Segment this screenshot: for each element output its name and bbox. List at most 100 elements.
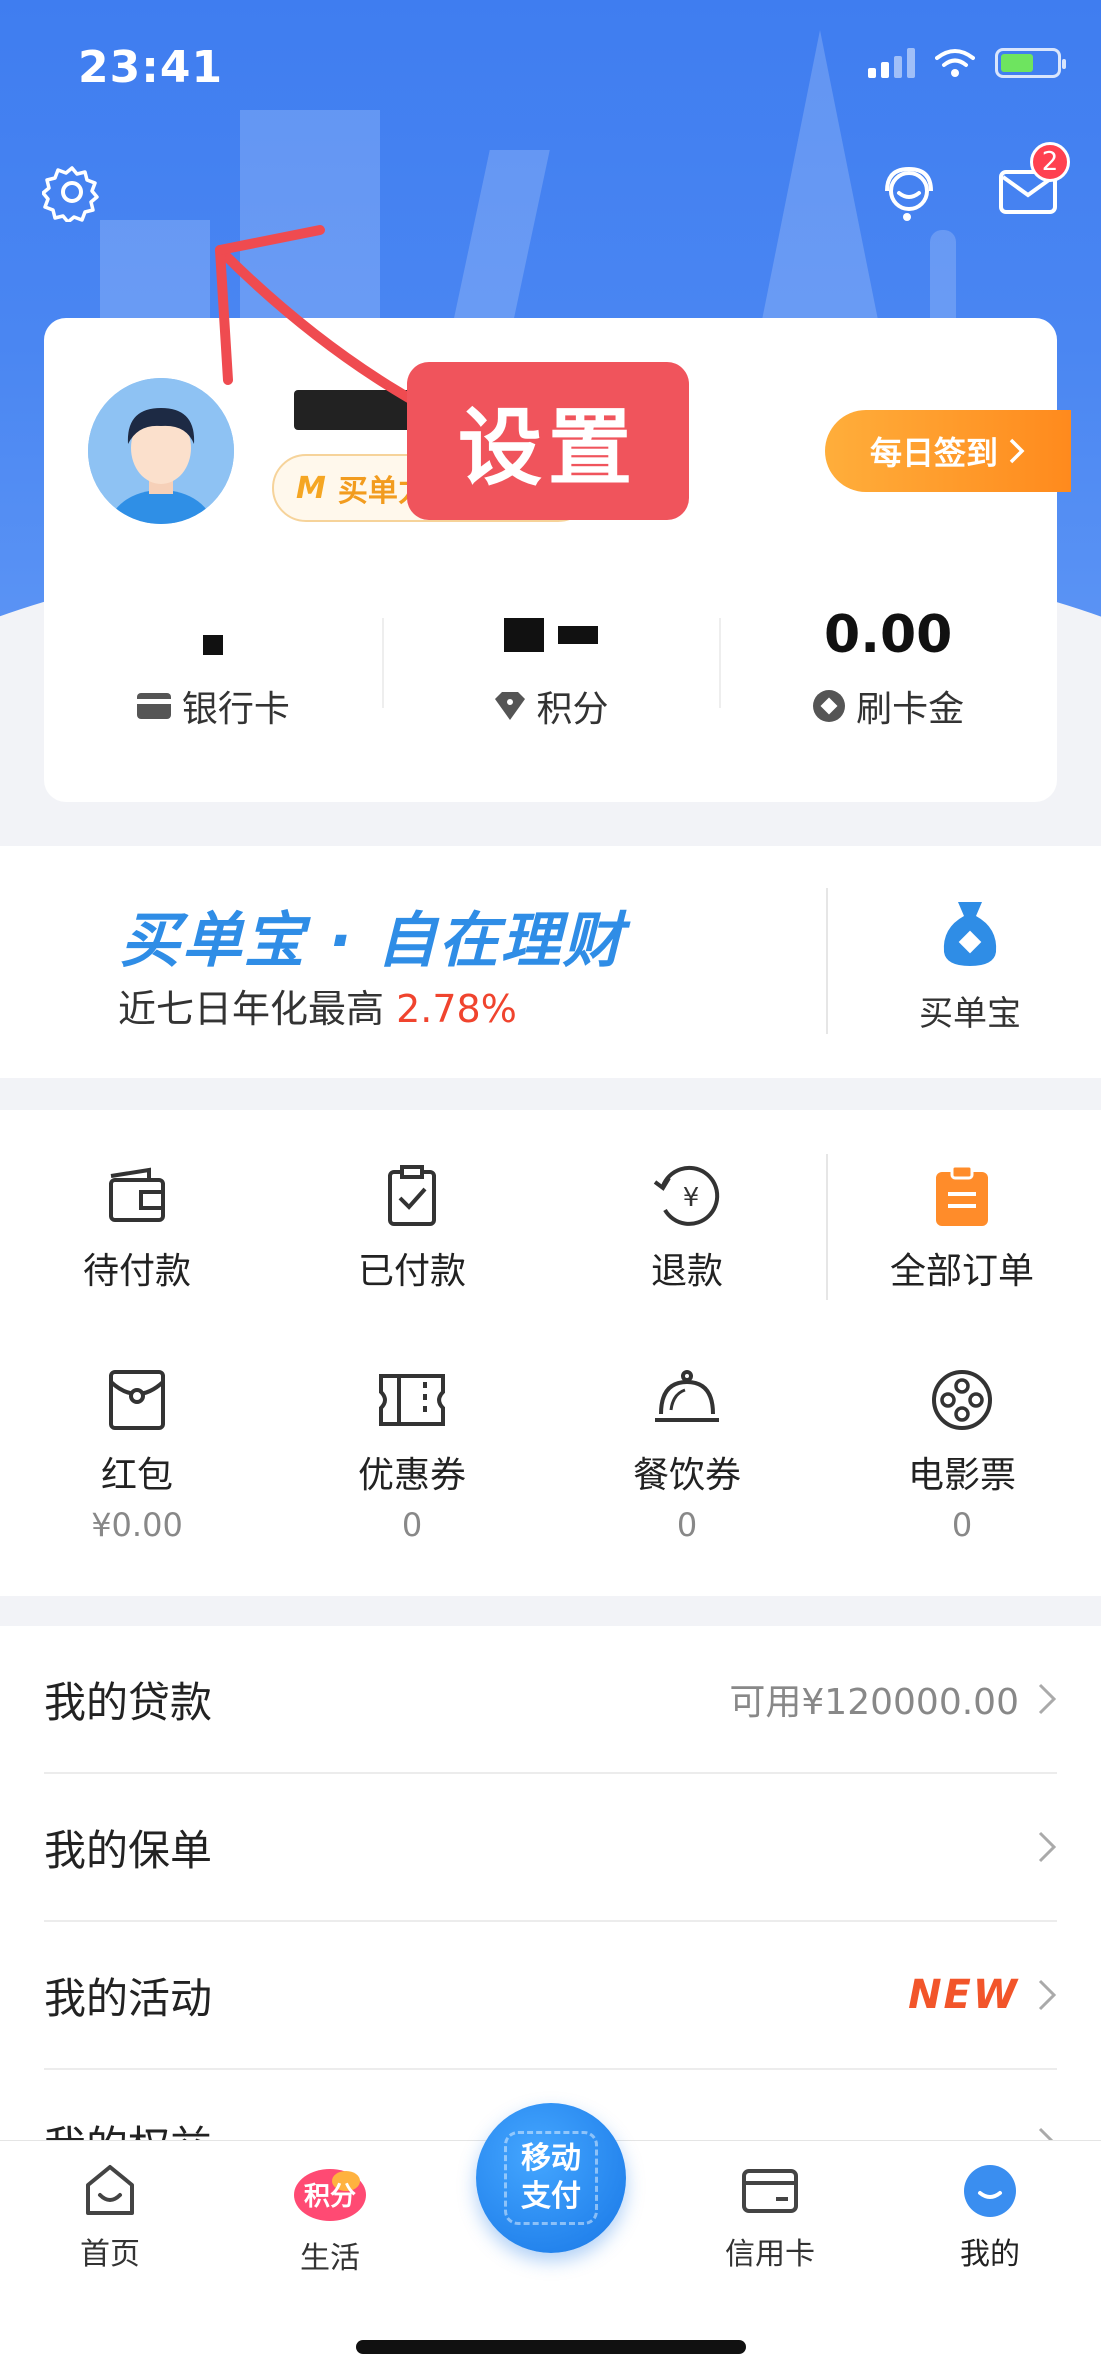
order-label: 待付款 [82, 1251, 191, 1292]
tab-home[interactable]: 首页 [30, 2163, 190, 2273]
asset-value: 0 [951, 1506, 973, 1544]
wealth-shortcut[interactable]: 买单宝 [870, 898, 1070, 1035]
asset-dining-voucher[interactable]: 餐饮券 0 [577, 1368, 797, 1544]
tab-credit-card[interactable]: 信用卡 [690, 2163, 850, 2273]
daily-checkin-button[interactable]: 每日签到 [825, 410, 1071, 492]
pay-label-line2: 支付 [521, 2179, 581, 2214]
profile-icon [964, 2165, 1016, 2217]
signal-icon [868, 48, 915, 78]
svg-text:¥: ¥ [683, 1183, 700, 1213]
menu-list: 我的贷款 可用¥120000.00 我的保单 我的活动 NEW 我的权益 [0, 1626, 1101, 2146]
asset-movie-ticket[interactable]: 电影票 0 [852, 1368, 1072, 1544]
asset-label: 红包 [100, 1455, 173, 1496]
chevron-right-icon [1038, 1683, 1057, 1715]
dining-icon [655, 1370, 719, 1422]
home-indicator [356, 2340, 746, 2354]
wealth-side-label: 买单宝 [919, 994, 1021, 1034]
divider [826, 888, 828, 1034]
order-label: 全部订单 [889, 1251, 1034, 1292]
refund-icon: ¥ [653, 1165, 720, 1226]
asset-value: ¥0.00 [91, 1506, 183, 1544]
wealth-rate: 2.78% [396, 987, 517, 1031]
customer-service-button[interactable] [876, 160, 942, 226]
film-icon [932, 1370, 992, 1430]
list-item-title: 我的贷款 [44, 1677, 213, 1727]
coupon-icon [379, 1374, 445, 1426]
red-envelope-icon [109, 1370, 165, 1430]
order-paid[interactable]: 已付款 [302, 1164, 522, 1294]
asset-label: 电影票 [907, 1455, 1016, 1496]
list-item-activities[interactable]: 我的活动 NEW [44, 1922, 1057, 2070]
order-label: 退款 [650, 1251, 723, 1292]
message-badge: 2 [1030, 142, 1070, 182]
tab-label: 生活 [300, 2241, 360, 2276]
order-all[interactable]: 全部订单 [852, 1164, 1072, 1294]
money-bag-icon [943, 902, 997, 966]
stat-label-swipe-gold: 刷卡金 [856, 689, 965, 730]
pay-label-line1: 移动 [521, 2141, 581, 2176]
tab-mine[interactable]: 我的 [910, 2163, 1070, 2273]
stat-value-masked [503, 600, 598, 670]
stat-value-masked [202, 600, 223, 670]
tab-label: 信用卡 [725, 2237, 815, 2272]
svg-text:积分: 积分 [304, 2182, 356, 2212]
annotation-arrow [215, 225, 435, 415]
wealth-subtitle-text: 近七日年化最高 [118, 987, 385, 1031]
status-time: 23:41 [78, 42, 224, 93]
stat-value-swipe-gold: 0.00 [824, 605, 953, 665]
order-pending-payment[interactable]: 待付款 [27, 1164, 247, 1294]
orders-section: 待付款 已付款 ¥ 退款 全部订单 红包 ¥0.00 优惠券 0 餐饮券 0 电… [0, 1110, 1101, 1596]
tab-label: 我的 [960, 2237, 1020, 2272]
wealth-subtitle: 近七日年化最高 2.78% [118, 978, 517, 1033]
list-item-policies[interactable]: 我的保单 [44, 1774, 1057, 1922]
stat-bank-card[interactable]: 银行卡 [44, 588, 382, 758]
checkin-label: 每日签到 [869, 434, 998, 472]
wifi-icon [935, 49, 975, 77]
level-m-icon: M [296, 470, 326, 506]
status-icons [868, 48, 1066, 78]
diamond-icon [494, 692, 525, 720]
gear-icon [42, 166, 99, 222]
chevron-right-icon [1038, 1831, 1057, 1863]
stat-swipe-gold[interactable]: 0.00 刷卡金 [719, 588, 1057, 758]
annotation-callout: 设置 [407, 362, 689, 520]
wealth-banner[interactable]: 买单宝 · 自在理财 近七日年化最高 2.78% 买单宝 [0, 846, 1101, 1078]
loan-available: 可用¥120000.00 [729, 1682, 1019, 1723]
stat-points[interactable]: 积分 [381, 588, 720, 758]
clipboard-check-icon [388, 1165, 436, 1226]
divider [826, 1154, 828, 1300]
points-icon: 积分 [294, 2169, 366, 2221]
asset-value: 0 [676, 1506, 698, 1544]
wallet-icon [109, 1167, 165, 1222]
asset-value: 0 [401, 1506, 423, 1544]
list-item-loans[interactable]: 我的贷款 可用¥120000.00 [44, 1626, 1057, 1774]
list-item-title: 我的活动 [44, 1973, 213, 2023]
card-icon [136, 693, 171, 719]
order-label: 已付款 [357, 1251, 466, 1292]
tab-life[interactable]: 积分 生活 [250, 2163, 410, 2277]
credit-card-icon [742, 2169, 798, 2213]
new-tag: NEW [908, 1972, 1019, 2018]
home-icon [86, 2165, 134, 2215]
mobile-pay-button[interactable]: 移动 支付 [476, 2103, 626, 2253]
settings-button[interactable] [40, 160, 104, 224]
order-list-icon [936, 1164, 988, 1226]
asset-red-envelope[interactable]: 红包 ¥0.00 [27, 1368, 247, 1544]
tab-label: 首页 [80, 2237, 140, 2272]
chevron-right-icon [1038, 1979, 1057, 2011]
asset-label: 餐饮券 [632, 1455, 741, 1496]
stat-label-points: 积分 [536, 689, 609, 730]
messages-button[interactable]: 2 [996, 142, 1070, 220]
skyline-tower [760, 30, 880, 330]
asset-coupon[interactable]: 优惠券 0 [302, 1368, 522, 1544]
stat-label-bank-card: 银行卡 [181, 689, 290, 730]
battery-icon [995, 48, 1066, 78]
order-refund[interactable]: ¥ 退款 [577, 1164, 797, 1294]
asset-label: 优惠券 [357, 1455, 466, 1496]
list-item-title: 我的保单 [44, 1825, 213, 1875]
wealth-title: 买单宝 · 自在理财 [120, 906, 625, 976]
tab-bar: 首页 积分 生活 移动 支付 信用卡 我的 [0, 2103, 1101, 2354]
headset-icon [885, 166, 933, 221]
coin-icon [813, 690, 846, 722]
stats-row: 银行卡 积分 0.00 刷卡金 [44, 588, 1057, 758]
